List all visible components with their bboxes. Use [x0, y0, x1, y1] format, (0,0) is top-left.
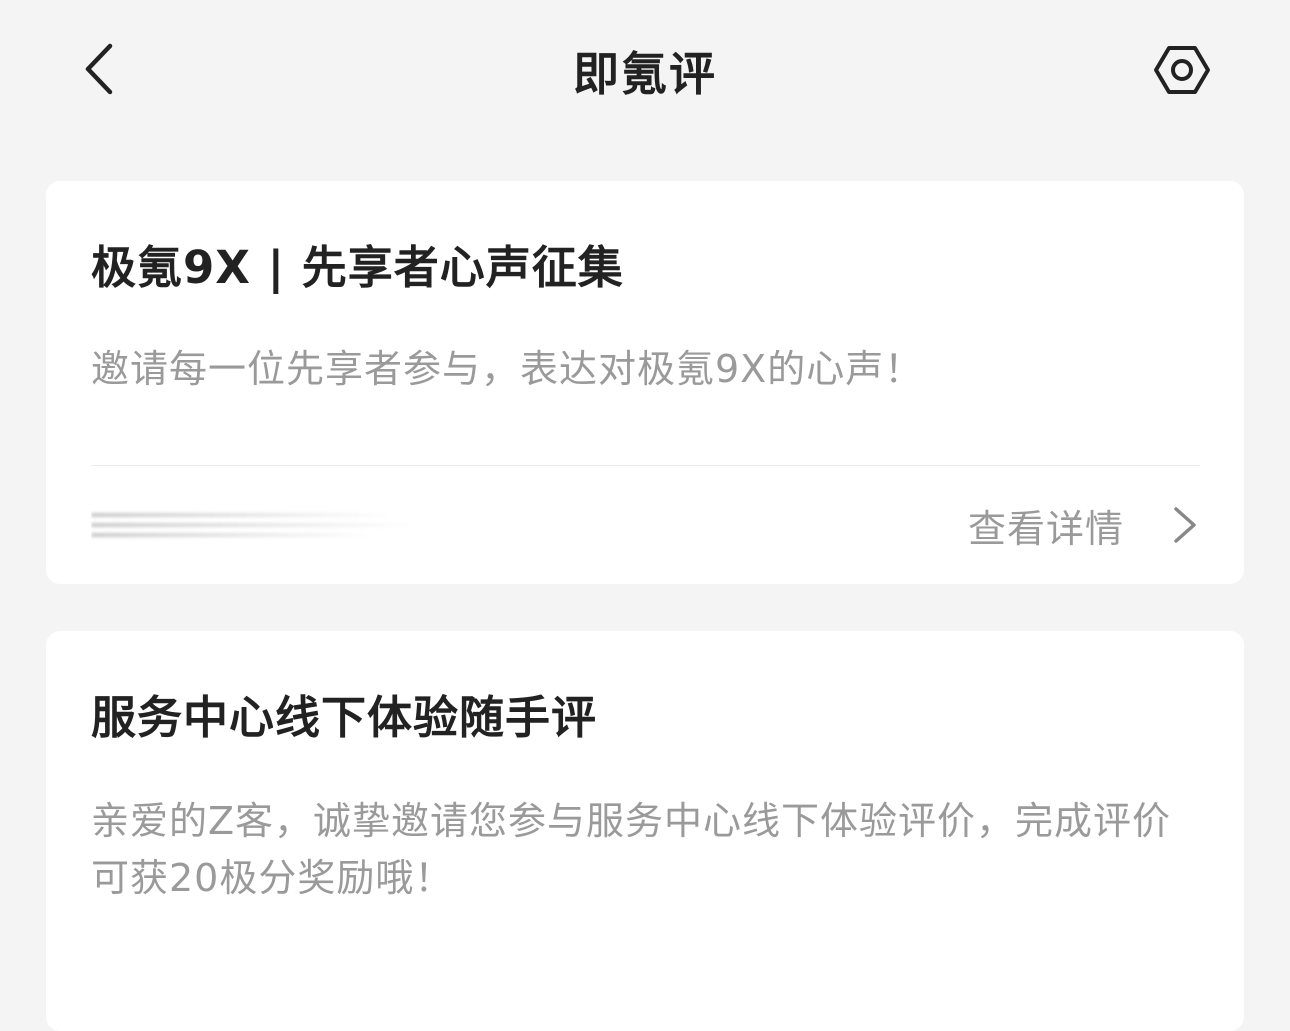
top-bar: 即氪评 — [0, 0, 1290, 140]
survey-card[interactable]: 极氪9X | 先享者心声征集 邀请每一位先享者参与，表达对极氪9X的心声！ 查看… — [46, 181, 1244, 584]
blurred-meta-text — [91, 507, 409, 543]
settings-button[interactable] — [1148, 36, 1216, 104]
card-title: 服务中心线下体验随手评 — [91, 691, 598, 744]
chevron-right-icon — [1170, 505, 1200, 545]
card-title: 极氪9X | 先享者心声征集 — [91, 241, 624, 294]
hexagon-gear-icon — [1148, 36, 1216, 104]
card-description: 邀请每一位先享者参与，表达对极氪9X的心声！ — [91, 347, 924, 391]
page-title: 即氪评 — [573, 47, 717, 101]
survey-card[interactable]: 服务中心线下体验随手评 亲爱的Z客，诚挚邀请您参与服务中心线下体验评价，完成评价… — [46, 631, 1244, 1031]
view-details-label: 查看详情 — [967, 506, 1124, 551]
card-description: 亲爱的Z客，诚挚邀请您参与服务中心线下体验评价，完成评价可获20极分奖励哦！ — [91, 799, 1172, 900]
divider — [91, 465, 1200, 466]
view-details-link[interactable]: 查看详情 — [968, 499, 1200, 551]
